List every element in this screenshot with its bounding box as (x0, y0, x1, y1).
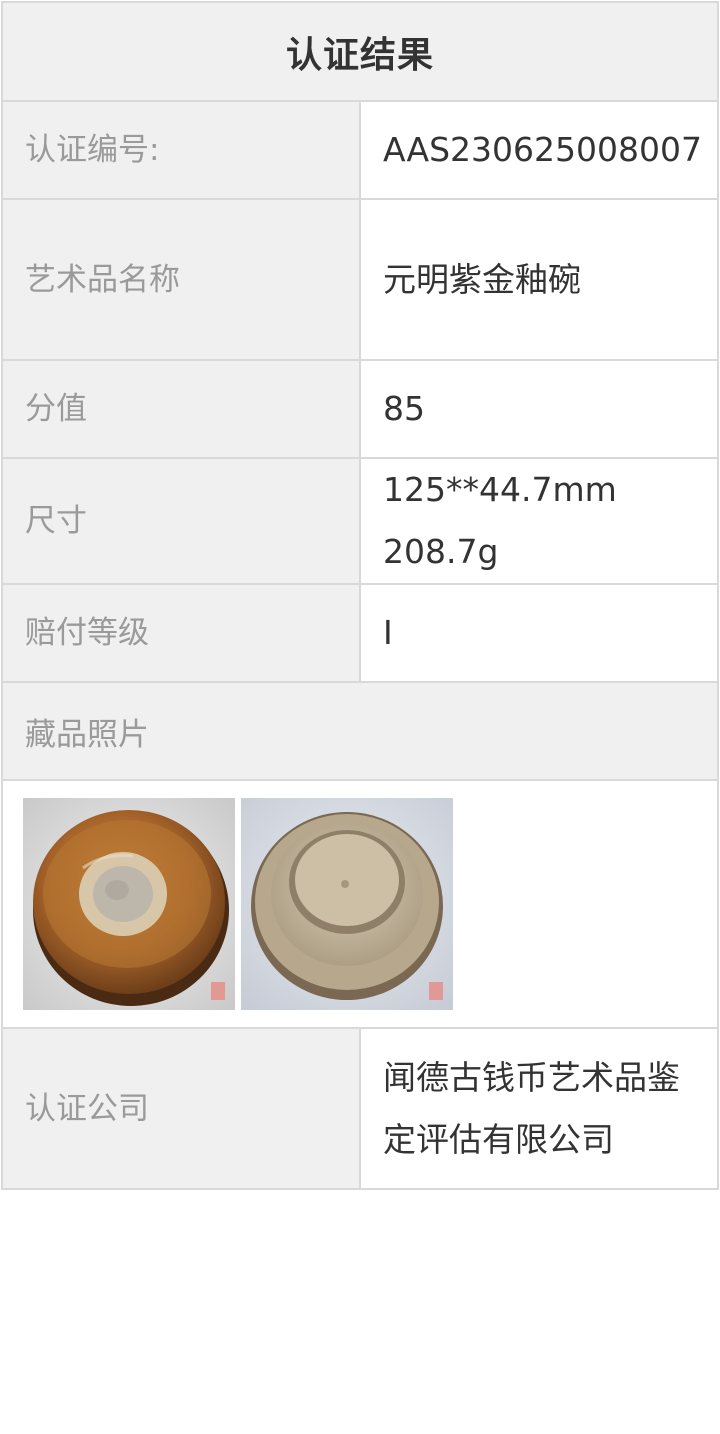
photos-section-label: 藏品照片 (1, 681, 719, 781)
table-row-score: 分值 85 (1, 359, 719, 459)
table-row-photos-header: 藏品照片 (1, 681, 719, 781)
company-value: 闻德古钱币艺术品鉴定评估有限公司 (359, 1027, 719, 1190)
photo-gallery (1, 779, 719, 1029)
bowl-interior-photo[interactable] (23, 798, 235, 1010)
table-row-compensation-level: 赔付等级 I (1, 583, 719, 683)
bowl-base-photo[interactable] (241, 798, 453, 1010)
table-row-cert-number: 认证编号: AAS230625008007 (1, 100, 719, 200)
artwork-name-value: 元明紫金釉碗 (359, 198, 719, 361)
compensation-level-value: I (359, 583, 719, 683)
title-row: 认证结果 (1, 1, 719, 102)
certification-table: 认证结果 认证编号: AAS230625008007 艺术品名称 元明紫金釉碗 … (1, 1, 719, 1190)
cert-number-label: 认证编号: (1, 100, 361, 200)
artwork-name-label: 艺术品名称 (1, 198, 361, 361)
compensation-level-label: 赔付等级 (1, 583, 361, 683)
company-label: 认证公司 (1, 1027, 361, 1190)
size-value: 125**44.7mm 208.7g (359, 457, 719, 585)
score-value: 85 (359, 359, 719, 459)
page-title: 认证结果 (1, 1, 719, 102)
score-label: 分值 (1, 359, 361, 459)
certificate-page: 认证结果 认证编号: AAS230625008007 艺术品名称 元明紫金釉碗 … (0, 0, 720, 1434)
cert-number-value: AAS230625008007 (359, 100, 719, 200)
table-row-size: 尺寸 125**44.7mm 208.7g (1, 457, 719, 585)
table-row-company: 认证公司 闻德古钱币艺术品鉴定评估有限公司 (1, 1027, 719, 1190)
table-row-artwork-name: 艺术品名称 元明紫金釉碗 (1, 198, 719, 361)
table-row-photos (1, 779, 719, 1029)
size-label: 尺寸 (1, 457, 361, 585)
